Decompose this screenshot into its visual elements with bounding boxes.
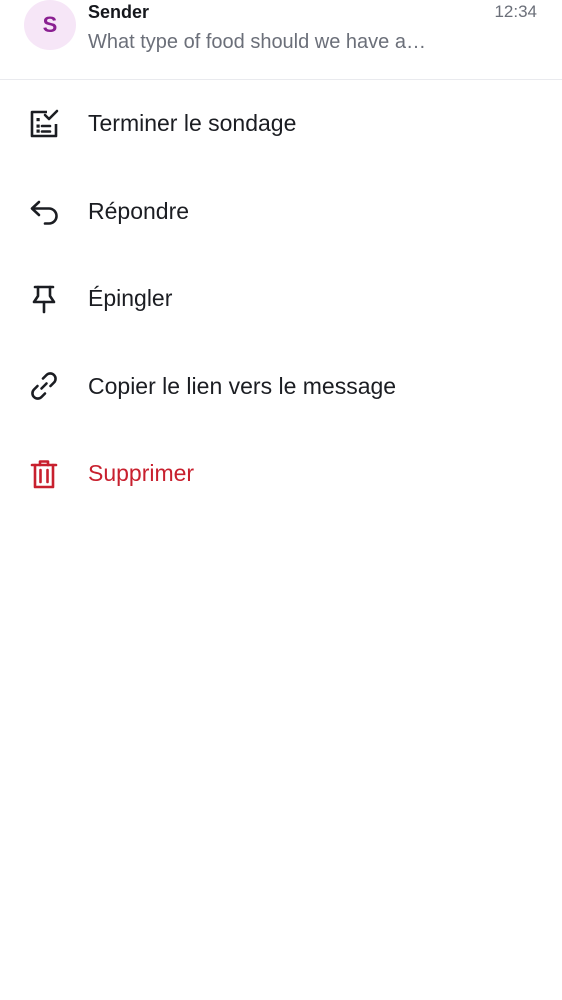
end-poll-menu-item[interactable]: Terminer le sondage: [0, 80, 562, 168]
pin-label: Épingler: [88, 285, 173, 312]
sender-name: Sender: [88, 2, 150, 22]
link-icon: [27, 369, 61, 403]
reply-menu-item[interactable]: Répondre: [0, 168, 562, 256]
message-summary: S Sender What type of food should we hav…: [0, 0, 562, 80]
copy-link-label: Copier le lien vers le message: [88, 372, 397, 399]
message-timestamp: 12:34: [494, 2, 537, 21]
reply-label: Répondre: [88, 197, 190, 224]
copy-link-menu-item[interactable]: Copier le lien vers le message: [0, 343, 562, 431]
actions-menu: Terminer le sondage Répondre Épingler Co…: [0, 80, 562, 518]
pin-icon: [27, 282, 61, 316]
pin-menu-item[interactable]: Épingler: [0, 255, 562, 343]
message-actions-sheet: S Sender What type of food should we hav…: [0, 0, 562, 1000]
avatar: S: [24, 0, 76, 50]
avatar-initial: S: [42, 12, 58, 37]
message-preview: What type of food should we have a…: [88, 31, 426, 53]
delete-label: Supprimer: [88, 460, 195, 487]
end-poll-label: Terminer le sondage: [88, 110, 297, 137]
delete-menu-item[interactable]: Supprimer: [0, 430, 562, 518]
reply-icon: [27, 194, 61, 228]
poll-end-icon: [27, 107, 61, 141]
trash-icon: [27, 457, 61, 491]
